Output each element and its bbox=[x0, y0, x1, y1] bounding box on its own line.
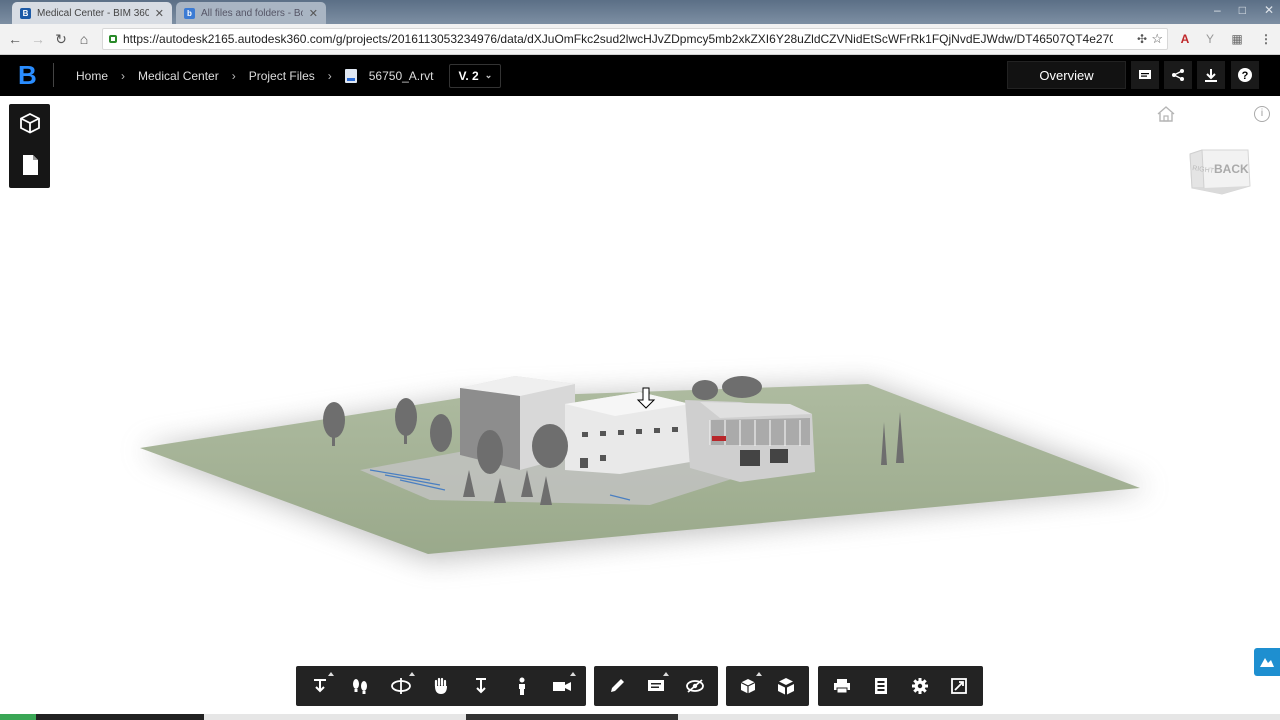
taskbar-strip bbox=[0, 714, 1280, 720]
overview-button[interactable]: Overview bbox=[1007, 61, 1126, 89]
browser-tab-title: All files and folders - Box bbox=[201, 7, 303, 19]
settings-toolbar bbox=[818, 666, 983, 706]
url-bar[interactable]: https://autodesk2165.autodesk360.com/g/p… bbox=[102, 28, 1168, 50]
settings-gear-icon bbox=[912, 678, 929, 694]
browser-tab-active[interactable]: B Medical Center - BIM 360 ✕ bbox=[12, 2, 172, 24]
settings-button[interactable] bbox=[901, 666, 940, 706]
feedback-icon bbox=[1260, 658, 1274, 667]
version-label: V. 2 bbox=[458, 68, 479, 83]
svg-text:?: ? bbox=[1242, 70, 1249, 82]
red-accent-panel bbox=[712, 436, 726, 441]
taskbar-segment-green bbox=[0, 714, 36, 720]
model-viewer[interactable]: i RIGHT BACK bbox=[0, 96, 1280, 720]
pan-hand-icon bbox=[434, 677, 447, 694]
taskbar-segment-center bbox=[466, 714, 678, 720]
home-page-icon[interactable]: ⌂ bbox=[76, 31, 92, 47]
maximize-icon[interactable]: □ bbox=[1239, 3, 1246, 17]
pan-dolly-icon bbox=[314, 679, 327, 693]
comment-button[interactable] bbox=[637, 666, 676, 706]
camera-icon bbox=[552, 682, 571, 691]
print-button[interactable] bbox=[822, 666, 861, 706]
print-icon bbox=[833, 679, 850, 694]
browser-toolbar: ← → ↻ ⌂ https://autodesk2165.autodesk360… bbox=[0, 24, 1280, 55]
download-button[interactable] bbox=[1197, 61, 1225, 89]
help-icon: ? bbox=[1238, 68, 1252, 82]
explode-button[interactable] bbox=[768, 666, 806, 706]
hide-button[interactable] bbox=[675, 666, 714, 706]
version-dropdown[interactable]: V. 2 ⌄ bbox=[449, 63, 502, 88]
app-header: B Home › Medical Center › Project Files … bbox=[0, 55, 1280, 96]
orbit-icon bbox=[390, 678, 411, 694]
rvt-file-icon bbox=[344, 68, 357, 83]
share-button[interactable] bbox=[1164, 61, 1192, 89]
window-close-icon[interactable]: ✕ bbox=[1264, 3, 1274, 17]
url-text: https://autodesk2165.autodesk360.com/g/p… bbox=[123, 32, 1113, 46]
comments-button[interactable] bbox=[1131, 61, 1159, 89]
feedback-button[interactable] bbox=[1254, 648, 1280, 676]
3d-model-canvas[interactable] bbox=[0, 96, 1280, 656]
markup-pen-icon bbox=[611, 679, 625, 692]
walk-button[interactable] bbox=[340, 666, 380, 706]
model-browser-icon bbox=[740, 679, 756, 694]
fullscreen-icon bbox=[951, 678, 968, 694]
zoom-icon bbox=[476, 678, 487, 694]
first-person-icon bbox=[518, 677, 525, 695]
breadcrumb-project[interactable]: Medical Center bbox=[138, 69, 219, 83]
fullscreen-button[interactable] bbox=[940, 666, 979, 706]
first-person-button[interactable] bbox=[501, 666, 541, 706]
browser-tabstrip: B Medical Center - BIM 360 ✕ b All files… bbox=[0, 0, 1280, 24]
breadcrumb-home[interactable]: Home bbox=[76, 69, 108, 83]
taskbar-segment-dark bbox=[36, 714, 204, 720]
walk-icon bbox=[353, 679, 368, 694]
extension-icon[interactable]: ▦ bbox=[1229, 31, 1245, 47]
comment-icon bbox=[1139, 70, 1151, 79]
minimize-icon[interactable]: – bbox=[1214, 3, 1221, 17]
extension-puzzle-icon[interactable]: ✣ bbox=[1137, 32, 1147, 46]
forward-arrow-icon[interactable]: → bbox=[30, 31, 46, 47]
breadcrumb-project-files[interactable]: Project Files bbox=[249, 69, 315, 83]
download-icon bbox=[1205, 69, 1217, 82]
bim360-logo[interactable]: B bbox=[18, 61, 42, 89]
model-browser-button[interactable] bbox=[730, 666, 768, 706]
properties-icon bbox=[874, 678, 887, 694]
chevron-right-icon: › bbox=[231, 68, 236, 83]
chevron-down-icon: ⌄ bbox=[484, 70, 493, 80]
help-button[interactable]: ? bbox=[1231, 61, 1259, 89]
browser-tab-title: Medical Center - BIM 360 bbox=[37, 7, 149, 19]
comment-icon bbox=[648, 680, 664, 691]
secure-lock-icon bbox=[109, 35, 117, 43]
breadcrumb: Home › Medical Center › Project Files › … bbox=[76, 55, 502, 96]
bim360-favicon-icon: B bbox=[20, 7, 31, 19]
hide-icon bbox=[685, 679, 704, 693]
header-divider bbox=[53, 63, 54, 87]
navigation-toolbar bbox=[296, 666, 586, 706]
explode-icon bbox=[778, 678, 795, 695]
pan-dolly-button[interactable] bbox=[300, 666, 340, 706]
box-favicon-icon: b bbox=[184, 7, 195, 19]
chevron-right-icon: › bbox=[327, 68, 332, 83]
bookmark-star-icon[interactable]: ☆ bbox=[1151, 31, 1163, 47]
zoom-button[interactable] bbox=[461, 666, 501, 706]
pdf-extension-icon[interactable]: A bbox=[1177, 31, 1193, 47]
properties-button[interactable] bbox=[861, 666, 900, 706]
breadcrumb-file-name[interactable]: 56750_A.rvt bbox=[369, 69, 434, 83]
chevron-right-icon: › bbox=[121, 68, 126, 83]
camera-button[interactable] bbox=[542, 666, 582, 706]
share-icon bbox=[1172, 69, 1184, 81]
reload-icon[interactable]: ↻ bbox=[53, 31, 69, 47]
browser-tab-inactive[interactable]: b All files and folders - Box ✕ bbox=[176, 2, 326, 24]
browser-menu-icon[interactable]: ⋮ bbox=[1258, 31, 1274, 47]
markup-button[interactable] bbox=[598, 666, 637, 706]
back-arrow-icon[interactable]: ← bbox=[7, 31, 23, 47]
model-toolbar bbox=[726, 666, 809, 706]
close-tab-icon[interactable]: ✕ bbox=[155, 7, 164, 20]
y-extension-icon[interactable]: Y bbox=[1202, 31, 1218, 47]
markup-toolbar bbox=[594, 666, 718, 706]
window-controls: – □ ✕ bbox=[1214, 0, 1274, 20]
close-tab-icon[interactable]: ✕ bbox=[309, 7, 318, 20]
pan-button[interactable] bbox=[421, 666, 461, 706]
orbit-button[interactable] bbox=[381, 666, 421, 706]
